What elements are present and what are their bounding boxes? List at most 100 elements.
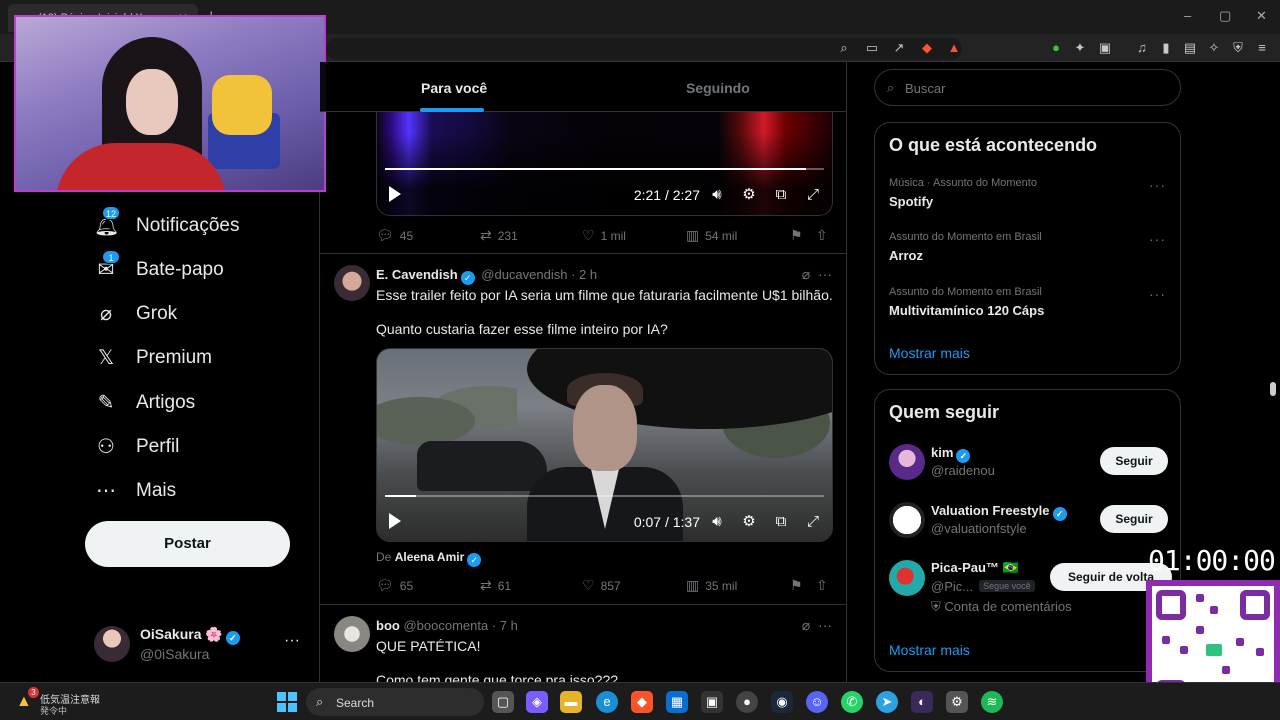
grok-icon[interactable]: ⌀ — [802, 266, 810, 282]
task-view-icon[interactable]: ▢ — [492, 691, 514, 713]
like-button[interactable]: ♡ 857 — [582, 577, 621, 594]
settings-icon[interactable]: ⚙ — [738, 184, 760, 206]
more-icon[interactable]: ··· — [284, 632, 300, 650]
nav-item-premium[interactable]: 𝕏 Premium — [94, 343, 212, 373]
views-button[interactable]: ▥ 54 mil — [686, 227, 737, 244]
whatsapp-icon[interactable]: ✆ — [841, 691, 863, 713]
menu-icon[interactable]: ≡ — [1254, 40, 1270, 56]
cast-icon[interactable]: ▭ — [864, 40, 880, 56]
suggestion-name[interactable]: Pica-Pau™ 🇧🇷 — [931, 560, 1019, 576]
brave-shield-icon[interactable]: ◆ — [919, 40, 935, 56]
settings-icon[interactable]: ⚙ — [738, 511, 760, 533]
tweet-time[interactable]: · 2 h — [571, 267, 597, 282]
account-switcher[interactable]: OiSakura 🌸 ✓ @0iSakura ··· — [94, 624, 304, 664]
file-explorer-icon[interactable]: ▬ — [560, 691, 582, 713]
vpn-icon[interactable]: ⛨ — [1230, 40, 1246, 56]
attribution-author[interactable]: Aleena Amir — [395, 550, 465, 564]
steam-icon[interactable]: ◉ — [771, 691, 793, 713]
tweet-time[interactable]: · 7 h — [492, 618, 518, 633]
video-player[interactable]: 2:21 / 2:27 🔊︎ ⚙ ⧉ ⤢ — [376, 112, 833, 216]
discord-icon[interactable]: ☺ — [806, 691, 828, 713]
avatar[interactable] — [889, 560, 925, 596]
tab-following[interactable]: Seguindo — [686, 80, 750, 96]
edge-icon[interactable]: e — [596, 691, 618, 713]
author-handle[interactable]: @boocomenta — [403, 618, 488, 633]
weather-widget[interactable]: ▲ 3 低気温注意報 発令中 — [12, 687, 132, 717]
more-icon[interactable]: ··· — [1149, 231, 1166, 247]
video-progress-bar[interactable] — [385, 495, 824, 497]
reply-button[interactable]: 💬︎ 45 — [376, 227, 413, 244]
trend-name[interactable]: Multivitamínico 120 Cáps — [889, 303, 1044, 318]
more-icon[interactable]: ··· — [818, 266, 832, 282]
status-dot-icon[interactable]: ● — [1048, 40, 1064, 56]
share-icon[interactable]: ⇧ — [816, 577, 834, 594]
zoom-icon[interactable]: ⌕ — [836, 40, 852, 56]
close-window-icon[interactable]: ✕ — [1256, 8, 1267, 24]
more-icon[interactable]: ··· — [818, 617, 832, 633]
taskbar-search[interactable]: ⌕ Search — [306, 688, 484, 716]
views-button[interactable]: ▥ 35 mil — [686, 577, 737, 594]
tab-for-you[interactable]: Para você — [421, 80, 487, 96]
trend-name[interactable]: Arroz — [889, 248, 923, 263]
nav-item-chat[interactable]: ✉ 1 Bate-papo — [94, 250, 224, 285]
reply-button[interactable]: 💬︎ 65 — [376, 577, 413, 594]
nav-item-profile[interactable]: ⚇ Perfil — [94, 432, 179, 462]
fullscreen-icon[interactable]: ⤢ — [802, 511, 824, 533]
leo-ai-icon[interactable]: ✧ — [1206, 40, 1222, 56]
capcut-icon[interactable]: ▣ — [701, 691, 723, 713]
spotify-icon[interactable]: ≋ — [981, 691, 1003, 713]
fullscreen-icon[interactable]: ⤢ — [802, 184, 824, 206]
maximize-icon[interactable]: ▢ — [1219, 8, 1231, 24]
telegram-icon[interactable]: ➤ — [876, 691, 898, 713]
avatar[interactable] — [889, 502, 925, 538]
suggestion-name[interactable]: kim ✓ — [931, 445, 973, 463]
grok-icon[interactable]: ⌀ — [802, 617, 810, 633]
bookmark-icon[interactable]: ⚑ — [790, 577, 809, 594]
repost-button[interactable]: ⇄ 231 — [480, 227, 518, 244]
like-button[interactable]: ♡ 1 mil — [582, 227, 626, 244]
share-icon[interactable]: ↗ — [891, 40, 907, 56]
nav-item-notifications[interactable]: 🔔︎ 12 Notificações — [94, 206, 240, 241]
more-icon[interactable]: ··· — [1149, 286, 1166, 302]
wallet-icon[interactable]: ▤ — [1182, 40, 1198, 56]
search-input[interactable]: ⌕ Buscar — [874, 69, 1181, 106]
more-icon[interactable]: ··· — [1149, 177, 1166, 193]
copilot-icon[interactable]: ◈ — [526, 691, 548, 713]
obs-icon[interactable]: ◐ — [911, 691, 933, 713]
follow-button[interactable]: Seguir — [1100, 505, 1168, 533]
author-name[interactable]: E. Cavendish — [376, 267, 458, 282]
suggestion-name[interactable]: Valuation Freestyle ✓ — [931, 503, 1070, 521]
screenshot-icon[interactable]: ▣ — [1097, 40, 1113, 56]
nav-item-grok[interactable]: ⌀ Grok — [94, 299, 177, 329]
avatar[interactable] — [889, 444, 925, 480]
author-handle[interactable]: @ducavendish — [481, 267, 567, 282]
brave-icon[interactable]: ◆ — [631, 691, 653, 713]
volume-icon[interactable]: 🔊︎ — [706, 511, 728, 533]
follow-button[interactable]: Seguir — [1100, 447, 1168, 475]
scrollbar-thumb[interactable] — [1270, 382, 1276, 396]
settings-icon[interactable]: ⚙ — [946, 691, 968, 713]
post-button[interactable]: Postar — [85, 521, 290, 567]
show-more-link[interactable]: Mostrar mais — [889, 345, 970, 361]
store-icon[interactable]: ▦ — [666, 691, 688, 713]
author-name[interactable]: boo — [376, 618, 400, 633]
repost-button[interactable]: ⇄ 61 — [480, 577, 511, 594]
trend-name[interactable]: Spotify — [889, 194, 933, 209]
share-icon[interactable]: ⇧ — [816, 227, 834, 244]
play-icon[interactable] — [389, 186, 401, 202]
sidebar-icon[interactable]: ▮ — [1158, 40, 1174, 56]
bookmark-icon[interactable]: ⚑ — [790, 227, 809, 244]
nav-item-more[interactable]: ⋯ Mais — [94, 476, 176, 506]
nav-item-articles[interactable]: ✎ Artigos — [94, 388, 196, 418]
extensions-icon[interactable]: ✦ — [1072, 40, 1088, 56]
video-progress-bar[interactable] — [385, 168, 824, 170]
media-icon[interactable]: ♫ — [1134, 40, 1150, 56]
play-icon[interactable] — [389, 513, 401, 529]
pip-icon[interactable]: ⧉ — [770, 511, 792, 533]
avatar[interactable] — [334, 616, 370, 652]
brave-rewards-icon[interactable]: ▲ — [946, 40, 962, 56]
minimize-icon[interactable]: – — [1184, 8, 1191, 23]
volume-icon[interactable]: 🔊︎ — [706, 184, 728, 206]
windows-start-icon[interactable] — [277, 692, 297, 712]
show-more-link[interactable]: Mostrar mais — [889, 642, 970, 658]
